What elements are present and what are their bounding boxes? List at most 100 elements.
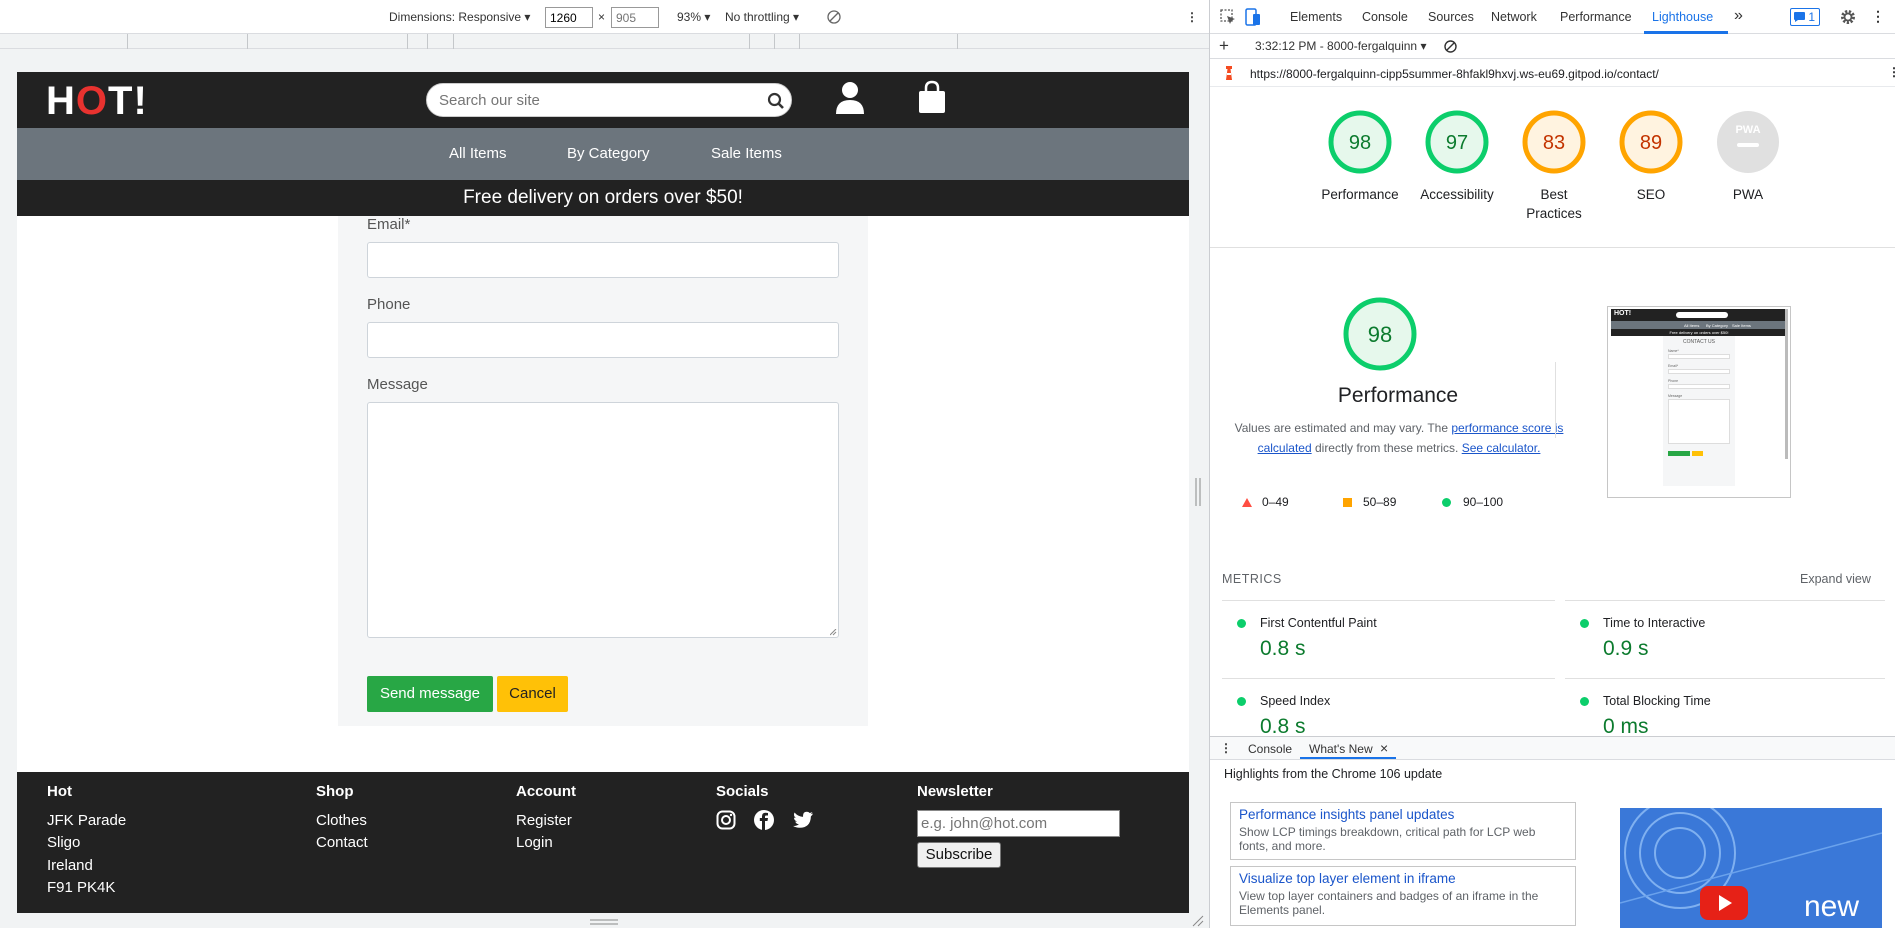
accessibility-score: 97 bbox=[1446, 132, 1468, 154]
site-viewport: HOT! All Items By Category Sale Items Fr… bbox=[17, 72, 1189, 913]
whats-new-card-title[interactable]: Visualize top layer element in iframe bbox=[1239, 871, 1567, 886]
nav-by-category[interactable]: By Category bbox=[567, 145, 650, 162]
report-selector[interactable]: 3:32:12 PM - 8000-fergalquinn ▾ bbox=[1255, 39, 1426, 53]
fail-triangle-icon bbox=[1242, 498, 1252, 507]
drawer-active-indicator bbox=[1300, 757, 1396, 759]
settings-gear-icon[interactable] bbox=[1840, 9, 1856, 25]
tab-elements[interactable]: Elements bbox=[1290, 10, 1342, 24]
whats-new-card-title[interactable]: Performance insights panel updates bbox=[1239, 807, 1567, 822]
nav-all-items[interactable]: All Items bbox=[449, 145, 507, 162]
account-icon[interactable] bbox=[835, 81, 865, 115]
promo-banner: Free delivery on orders over $50! bbox=[17, 180, 1189, 216]
viewport-corner-handle-icon[interactable] bbox=[1192, 915, 1204, 927]
throttling-dropdown[interactable]: No throttling ▾ bbox=[725, 10, 799, 24]
site-logo[interactable]: HOT! bbox=[46, 79, 148, 124]
message-textarea[interactable] bbox=[367, 402, 839, 638]
drawer-menu-icon[interactable]: ⋮ bbox=[1220, 741, 1232, 755]
nav-sale-items[interactable]: Sale Items bbox=[711, 145, 782, 162]
see-calculator-link[interactable]: See calculator. bbox=[1462, 441, 1541, 455]
newsletter-email-input[interactable] bbox=[921, 812, 1116, 835]
issues-icon bbox=[1794, 12, 1805, 22]
search-icon[interactable] bbox=[767, 92, 785, 110]
performance-main-gauge: 98 bbox=[1343, 297, 1417, 371]
seo-gauge[interactable]: 89 bbox=[1618, 109, 1684, 175]
toolbar-more-icon[interactable]: ⋮ bbox=[1186, 10, 1198, 24]
resize-handle-icon[interactable] bbox=[830, 629, 837, 636]
tab-sources[interactable]: Sources bbox=[1428, 10, 1474, 24]
thumb-field bbox=[1668, 369, 1730, 374]
whats-new-video-thumbnail[interactable]: new bbox=[1620, 808, 1882, 928]
expand-view-toggle[interactable]: Expand view bbox=[1800, 572, 1871, 586]
best-practices-gauge[interactable]: 83 bbox=[1521, 109, 1587, 175]
youtube-play-icon[interactable] bbox=[1700, 886, 1748, 920]
width-input[interactable] bbox=[545, 7, 593, 28]
devtools-tab-bar: Elements Console Sources Network Perform… bbox=[1210, 0, 1895, 34]
viewport-height-handle-icon[interactable] bbox=[590, 918, 618, 926]
drawer-tab-console[interactable]: Console bbox=[1248, 742, 1292, 756]
pwa-gauge-label: PWA bbox=[1732, 187, 1764, 202]
legend-fail-range: 0–49 bbox=[1262, 495, 1289, 509]
pwa-gauge[interactable]: PWA bbox=[1715, 109, 1781, 175]
metric-si-value-clip: 0.8 s bbox=[1260, 715, 1306, 735]
footer-link-login[interactable]: Login bbox=[516, 834, 553, 851]
whats-new-highlights: Highlights from the Chrome 106 update bbox=[1224, 767, 1443, 781]
email-field[interactable] bbox=[367, 242, 839, 278]
whats-new-card[interactable]: Visualize top layer element in iframe Vi… bbox=[1230, 866, 1576, 926]
message-label: Message bbox=[367, 376, 428, 393]
inspect-element-icon[interactable] bbox=[1220, 9, 1236, 25]
seo-gauge-label: SEO bbox=[1636, 187, 1666, 202]
shopping-bag-icon[interactable] bbox=[917, 80, 947, 114]
viewport-width-handle-icon[interactable] bbox=[1194, 478, 1202, 506]
search-input[interactable] bbox=[439, 90, 739, 110]
lighthouse-toolbar: + 3:32:12 PM - 8000-fergalquinn ▾ bbox=[1210, 34, 1895, 59]
page-screenshot-thumbnail[interactable]: HOT! All Items By Category Sale Items Fr… bbox=[1607, 306, 1791, 498]
footer-link-contact[interactable]: Contact bbox=[316, 834, 368, 851]
performance-gauge[interactable]: 98 bbox=[1327, 109, 1393, 175]
facebook-icon[interactable] bbox=[754, 810, 774, 830]
tab-network[interactable]: Network bbox=[1491, 10, 1537, 24]
metric-divider bbox=[1565, 678, 1885, 679]
url-menu-icon[interactable]: ⋮ bbox=[1888, 65, 1895, 79]
more-tabs-icon[interactable]: » bbox=[1734, 7, 1743, 25]
footer-link-register[interactable]: Register bbox=[516, 812, 572, 829]
whats-new-card[interactable]: Performance insights panel updates Show … bbox=[1230, 802, 1576, 860]
metric-fcp-value: 0.8 s bbox=[1260, 637, 1306, 660]
contact-form: Email* Phone Message Send message Cancel bbox=[338, 216, 868, 726]
media-query-ruler bbox=[0, 34, 1209, 49]
new-report-icon[interactable]: + bbox=[1219, 36, 1229, 56]
footer-link-clothes[interactable]: Clothes bbox=[316, 812, 367, 829]
send-message-button[interactable]: Send message bbox=[367, 676, 493, 712]
drawer-tab-whats-new[interactable]: What's New bbox=[1309, 742, 1373, 756]
throttling-label: No throttling bbox=[725, 10, 790, 24]
metric-divider bbox=[1222, 678, 1555, 679]
best-practices-label-text: Best Practices bbox=[1526, 187, 1582, 221]
issues-badge[interactable]: 1 bbox=[1790, 8, 1820, 26]
tab-lighthouse[interactable]: Lighthouse bbox=[1652, 10, 1713, 24]
tab-performance[interactable]: Performance bbox=[1560, 10, 1632, 24]
height-input[interactable] bbox=[611, 7, 659, 28]
report-url[interactable]: https://8000-fergalquinn-cipp5summer-8hf… bbox=[1250, 67, 1659, 81]
instagram-icon[interactable] bbox=[716, 810, 736, 830]
device-toggle-icon[interactable] bbox=[1245, 8, 1261, 26]
accessibility-gauge[interactable]: 97 bbox=[1424, 109, 1490, 175]
email-label: Email* bbox=[367, 216, 411, 233]
rotate-icon[interactable] bbox=[827, 10, 841, 24]
pwa-badge-text: PWA bbox=[1735, 124, 1760, 136]
thumb-nav-item: By Category bbox=[1706, 323, 1729, 328]
issues-count: 1 bbox=[1808, 10, 1815, 24]
cancel-button[interactable]: Cancel bbox=[497, 676, 568, 712]
close-whats-new-icon[interactable]: × bbox=[1380, 740, 1388, 756]
clear-reports-icon[interactable] bbox=[1444, 40, 1457, 53]
phone-field[interactable] bbox=[367, 322, 839, 358]
devtools-menu-icon[interactable]: ⋮ bbox=[1871, 8, 1885, 25]
metric-pass-icon bbox=[1580, 697, 1589, 706]
dimensions-dropdown[interactable]: Dimensions: Responsive ▾ bbox=[389, 10, 530, 24]
thumb-field-label: Name* bbox=[1668, 349, 1679, 353]
subscribe-button[interactable]: Subscribe bbox=[917, 842, 1001, 868]
footer-address-line: F91 PK4K bbox=[47, 879, 116, 896]
tab-console[interactable]: Console bbox=[1362, 10, 1408, 24]
score-divider bbox=[1210, 247, 1895, 248]
zoom-dropdown[interactable]: 93% ▾ bbox=[677, 10, 710, 24]
metric-si-label: Speed Index bbox=[1260, 694, 1331, 708]
twitter-icon[interactable] bbox=[792, 810, 814, 830]
